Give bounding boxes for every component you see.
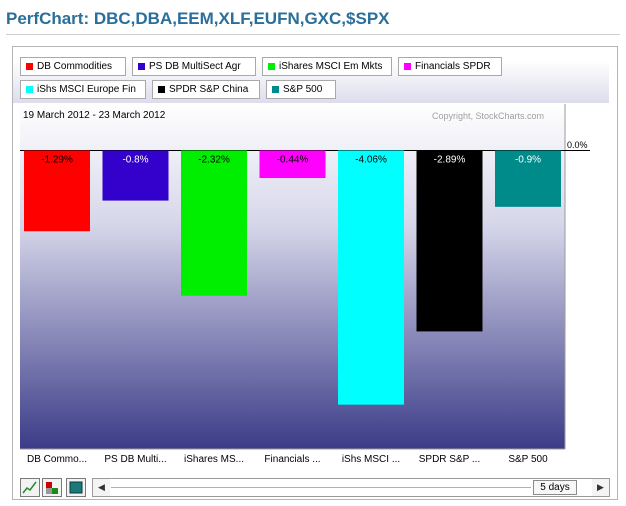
bar-value-label-7: -0.9% (515, 155, 541, 166)
line-chart-button[interactable] (20, 478, 40, 497)
period-thumb[interactable]: 5 days (533, 480, 577, 495)
bar-chart-icon (69, 481, 83, 494)
scroll-left-button[interactable]: ◀ (93, 479, 110, 496)
category-label-4: Financials ... (264, 454, 320, 465)
date-scrollbar[interactable]: ◀ 5 days ▶ (92, 478, 610, 497)
category-label-6: SPDR S&P ... (419, 454, 481, 465)
line-chart-icon (22, 481, 37, 494)
bar-5[interactable] (338, 150, 404, 405)
scroll-rail (111, 487, 531, 488)
bar-chart-button[interactable] (66, 478, 86, 497)
bar-value-label-5: -4.06% (355, 155, 387, 166)
perf-mode-icon (46, 482, 58, 494)
scroll-right-button[interactable]: ▶ (592, 479, 609, 496)
category-label-5: iShs MSCI ... (342, 454, 400, 465)
bar-3[interactable] (181, 150, 247, 296)
bar-value-label-3: -2.32% (198, 155, 230, 166)
date-range: 19 March 2012 - 23 March 2012 (23, 110, 166, 121)
category-label-7: S&P 500 (508, 454, 548, 465)
category-label-1: DB Commo... (27, 454, 87, 465)
bar-6[interactable] (416, 150, 483, 332)
bar-value-label-1: -1.29% (41, 155, 73, 166)
bar-value-label-4: -0.44% (277, 155, 309, 166)
zero-axis-label: 0.0% (567, 140, 588, 150)
chart-plot: -1.29% DB Commo... -0.8% PS DB Multi... -2.3… (20, 104, 590, 465)
perf-mode-button[interactable] (42, 478, 62, 497)
copyright-text: Copyright, StockCharts.com (432, 111, 545, 121)
category-label-3: iShares MS... (184, 454, 244, 465)
bar-value-label-2: -0.8% (122, 155, 148, 166)
category-label-2: PS DB Multi... (104, 454, 166, 465)
bar-value-label-6: -2.89% (434, 155, 466, 166)
